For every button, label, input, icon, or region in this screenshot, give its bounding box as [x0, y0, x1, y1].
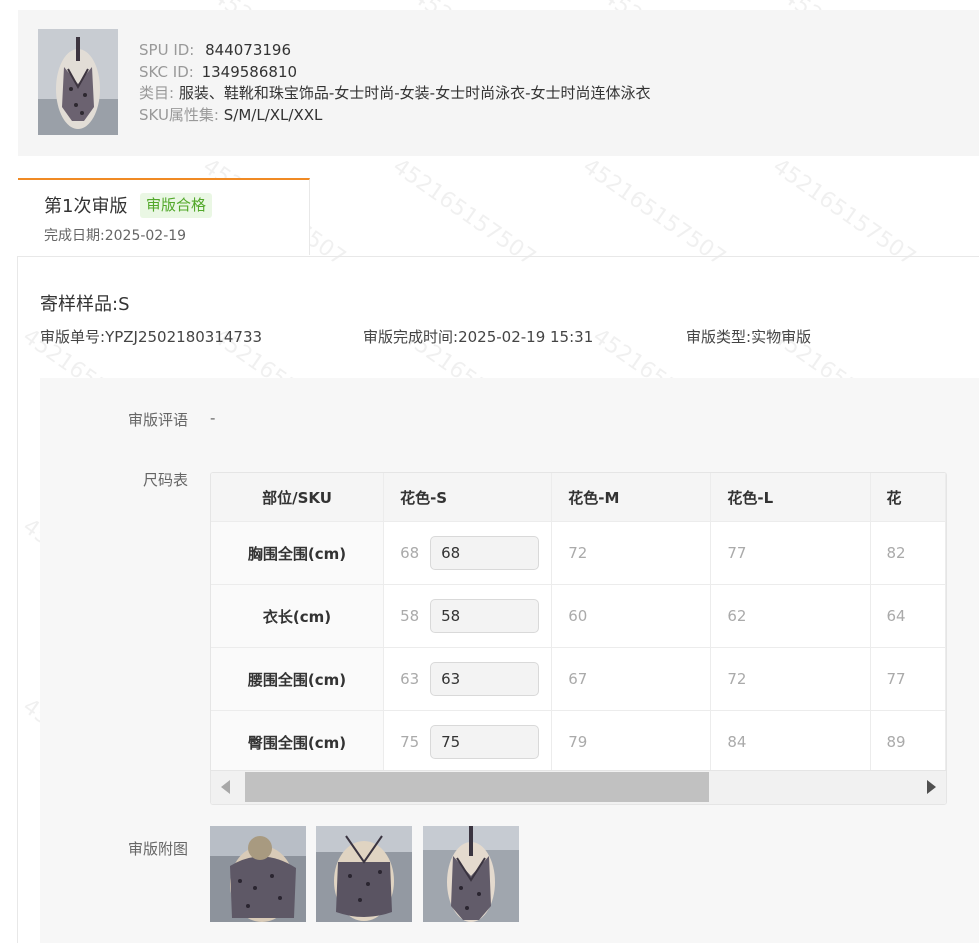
review-order-info: 审版单号:YPZJ2502180314733	[40, 326, 262, 347]
measure-input[interactable]: 75	[430, 725, 540, 759]
size-s-cell: 75 75	[383, 710, 553, 774]
product-summary-card: SPU ID: 844073196 SKC ID: 1349586810 类目:…	[18, 10, 979, 156]
spu-value: 844073196	[205, 41, 292, 59]
size-l-cell: 72	[710, 647, 871, 711]
category-value: 服装、鞋靴和珠宝饰品-女士时尚-女装-女士时尚泳衣-女士时尚连体泳衣	[178, 84, 651, 102]
size-xl-cell: 82	[870, 521, 946, 585]
size-m-cell: 60	[551, 584, 712, 648]
review-order-label: 审版单号:	[40, 328, 106, 346]
review-order-value: YPZJ2502180314733	[105, 328, 263, 346]
review-time-value: 2025-02-19 15:31	[458, 328, 594, 346]
status-badge: 审版合格	[140, 193, 213, 218]
scroll-left-arrow-icon[interactable]	[221, 780, 230, 794]
table-row: 衣长(cm) 58 58 60 62 64	[211, 584, 946, 648]
size-s-cell: 68 68	[383, 521, 553, 585]
original-value: 68	[400, 544, 420, 562]
review-time-label: 审版完成时间:	[363, 328, 459, 346]
review-time-info: 审版完成时间:2025-02-19 15:31	[363, 326, 593, 347]
category-row: 类目: 服装、鞋靴和珠宝饰品-女士时尚-女装-女士时尚泳衣-女士时尚连体泳衣	[139, 83, 651, 105]
size-m-cell: 79	[551, 710, 712, 774]
original-value: 58	[400, 607, 420, 625]
size-s-cell: 63 63	[383, 647, 553, 711]
part-name: 腰围全围(cm)	[211, 647, 385, 711]
attachment-photo[interactable]	[316, 826, 412, 922]
original-value: 75	[400, 733, 420, 751]
column-header-part: 部位/SKU	[211, 473, 385, 522]
size-m-cell: 67	[551, 647, 712, 711]
table-row: 腰围全围(cm) 63 63 67 72 77	[211, 647, 946, 711]
part-name: 胸围全围(cm)	[211, 521, 385, 585]
sku-attr-value: S/M/L/XL/XXL	[223, 105, 323, 124]
review-tab-strip: 第1次审版 审版合格 完成日期:2025-02-19	[18, 178, 979, 257]
column-header-s: 花色-S	[383, 473, 553, 522]
horizontal-scrollbar[interactable]	[211, 770, 946, 804]
size-l-cell: 62	[710, 584, 871, 648]
review-type-label: 审版类型:	[686, 328, 752, 346]
sku-attr-row: SKU属性集: S/M/L/XL/XXL	[139, 105, 651, 127]
sku-attr-label: SKU属性集:	[139, 105, 219, 124]
column-header-l: 花色-L	[710, 473, 871, 522]
mannequin-back-image	[316, 826, 412, 922]
scrollbar-thumb[interactable]	[245, 772, 709, 802]
product-thumbnail[interactable]	[38, 29, 118, 135]
part-name: 臀围全围(cm)	[211, 710, 385, 774]
measure-input[interactable]: 68	[430, 536, 540, 570]
spu-row: SPU ID: 844073196	[139, 40, 651, 62]
skc-value: 1349586810	[201, 62, 298, 81]
attachment-photo[interactable]	[423, 826, 519, 922]
swimsuit-image	[38, 29, 118, 135]
size-table-container[interactable]: 部位/SKU 花色-S 花色-M 花色-L 花 胸围全围(cm) 68 68 72…	[210, 472, 947, 805]
size-table-label: 尺码表	[142, 471, 188, 489]
spu-label: SPU ID:	[139, 41, 195, 59]
skc-label: SKC ID:	[139, 62, 194, 81]
tab-date-label: 完成日期:	[44, 228, 105, 244]
column-header-xl: 花	[870, 473, 946, 522]
measure-input[interactable]: 58	[430, 599, 540, 633]
size-table: 部位/SKU 花色-S 花色-M 花色-L 花 胸围全围(cm) 68 68 72…	[211, 473, 946, 774]
measure-input[interactable]: 63	[430, 662, 540, 696]
tab-date-value: 2025-02-19	[104, 228, 187, 244]
size-xl-cell: 77	[870, 647, 946, 711]
table-row: 胸围全围(cm) 68 68 72 77 82	[211, 521, 946, 585]
mannequin-front-image	[423, 826, 519, 922]
original-value: 63	[400, 670, 420, 688]
mannequin-back-image	[210, 826, 306, 922]
review-type-value: 实物审版	[751, 328, 812, 346]
size-table-header: 部位/SKU 花色-S 花色-M 花色-L 花	[211, 473, 946, 522]
sample-title: 寄样样品:S	[40, 294, 130, 315]
skc-row: SKC ID: 1349586810	[139, 62, 651, 84]
review-type-info: 审版类型:实物审版	[686, 326, 811, 347]
size-xl-cell: 89	[870, 710, 946, 774]
table-row: 臀围全围(cm) 75 75 79 84 89	[211, 710, 946, 774]
attachment-photo[interactable]	[210, 826, 306, 922]
tab-review-1[interactable]: 第1次审版 审版合格 完成日期:2025-02-19	[18, 178, 310, 255]
comment-value: -	[210, 409, 216, 427]
comment-label: 审版评语	[127, 411, 188, 429]
scroll-right-arrow-icon[interactable]	[927, 780, 936, 794]
column-header-m: 花色-M	[551, 473, 712, 522]
size-l-cell: 84	[710, 710, 871, 774]
review-details-panel: 审版评语 - 尺码表 部位/SKU 花色-S 花色-M 花色-L 花 胸围全围(…	[40, 378, 979, 943]
product-meta: SPU ID: 844073196 SKC ID: 1349586810 类目:…	[139, 40, 651, 126]
tab-title: 第1次审版	[44, 196, 128, 217]
category-label: 类目:	[139, 84, 175, 102]
size-xl-cell: 64	[870, 584, 946, 648]
part-name: 衣长(cm)	[211, 584, 385, 648]
size-l-cell: 77	[710, 521, 871, 585]
size-m-cell: 72	[551, 521, 712, 585]
tab-date: 完成日期:2025-02-19	[44, 225, 186, 245]
content-divider	[17, 256, 18, 943]
size-s-cell: 58 58	[383, 584, 553, 648]
attachments-label: 审版附图	[127, 840, 188, 858]
